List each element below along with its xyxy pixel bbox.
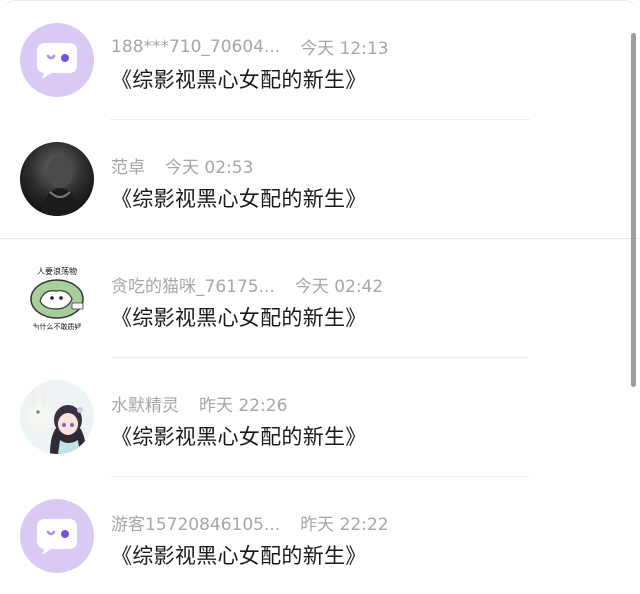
chat-bubble-icon [20, 499, 94, 573]
comment-meta: 游客15720846105... 昨天 22:22 [111, 510, 389, 535]
list-item[interactable]: 游客15720846105... 昨天 22:22 《综影视黑心女配的新生》 [0, 477, 640, 594]
username[interactable]: 贪吃的猫咪_76175... [111, 272, 275, 297]
comment-meta: 贪吃的猫咪_76175... 今天 02:42 [111, 272, 383, 297]
list-item[interactable]: 范卓 今天 02:53 《综影视黑心女配的新生》 [0, 120, 640, 239]
comment-list-panel: 188***710_70604... 今天 12:13 《综影视黑心女配的新生》 [0, 0, 640, 594]
timestamp: 今天 12:13 [300, 39, 389, 59]
avatar[interactable] [20, 142, 94, 216]
photo-avatar-image [20, 142, 94, 216]
message-text: 《综影视黑心女配的新生》 [111, 187, 367, 211]
username[interactable]: 水默精灵 [111, 391, 179, 416]
message-text: 《综影视黑心女配的新生》 [111, 68, 367, 92]
anime-girl-avatar-image [20, 380, 94, 454]
list-item[interactable]: 188***710_70604... 今天 12:13 《综影视黑心女配的新生》 [0, 1, 640, 120]
username[interactable]: 范卓 [111, 153, 145, 178]
list-item[interactable]: 水默精灵 昨天 22:26 《综影视黑心女配的新生》 [0, 358, 640, 477]
comment-meta: 188***710_70604... 今天 12:13 [111, 34, 389, 60]
message-text: 《综影视黑心女配的新生》 [111, 544, 367, 568]
avatar[interactable] [20, 380, 94, 454]
comment-meta: 范卓 今天 02:53 [111, 153, 253, 178]
avatar-caption-top: 人要浪荡物 [37, 266, 77, 276]
cat-sticker-avatar-image: 人要浪荡物 为什么不敢质疑 [20, 261, 94, 335]
list-item[interactable]: 人要浪荡物 为什么不敢质疑 贪吃的猫咪_76175... 今天 02:42 《综… [0, 239, 640, 358]
username[interactable]: 188***710_70604... [111, 37, 280, 57]
timestamp: 昨天 22:22 [300, 515, 389, 535]
username[interactable]: 游客15720846105... [111, 510, 280, 535]
avatar-caption-bottom: 为什么不敢质疑 [33, 322, 82, 331]
avatar[interactable] [20, 499, 94, 573]
avatar[interactable] [20, 23, 94, 97]
timestamp: 昨天 22:26 [199, 396, 288, 416]
comment-meta: 水默精灵 昨天 22:26 [111, 391, 287, 416]
avatar[interactable]: 人要浪荡物 为什么不敢质疑 [20, 261, 94, 335]
timestamp: 今天 02:53 [165, 158, 254, 178]
message-text: 《综影视黑心女配的新生》 [111, 306, 367, 330]
message-list: 188***710_70604... 今天 12:13 《综影视黑心女配的新生》 [0, 1, 640, 594]
vertical-scrollbar[interactable] [631, 33, 636, 387]
timestamp: 今天 02:42 [294, 277, 384, 297]
message-text: 《综影视黑心女配的新生》 [111, 425, 367, 449]
chat-bubble-icon [20, 23, 94, 97]
